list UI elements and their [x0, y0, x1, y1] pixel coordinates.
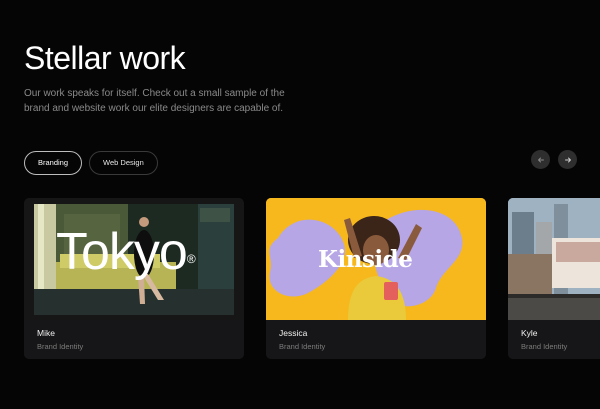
arrow-right-icon [564, 157, 571, 162]
card-meta: Kyle Brand Identity [508, 320, 600, 359]
work-card-kyle[interactable]: Kyle Brand Identity [508, 198, 600, 359]
card-project-type: Brand Identity [521, 342, 568, 351]
carousel-next-button[interactable] [558, 150, 577, 169]
page-subtitle: Our work speaks for itself. Check out a … [24, 88, 285, 114]
carousel-prev-button[interactable] [531, 150, 550, 169]
filter-tabs: Branding Web Design [24, 151, 158, 175]
card-designer-name: Mike [37, 328, 55, 338]
card-image-kinside: Kinside [266, 198, 486, 320]
filter-branding[interactable]: Branding [24, 151, 83, 175]
card-meta: Jessica Brand Identity [266, 320, 486, 359]
filter-web-design[interactable]: Web Design [89, 151, 158, 175]
tokyo-wordmark: Tokyo® [56, 223, 196, 281]
work-card-tokyo[interactable]: Tokyo® Mike Brand Identity [24, 198, 244, 359]
page-title: Stellar work [24, 40, 186, 76]
carousel-nav [531, 150, 577, 169]
card-meta: Mike Brand Identity [24, 320, 244, 359]
card-designer-name: Jessica [279, 328, 308, 338]
card-designer-name: Kyle [521, 328, 538, 338]
work-card-kinside[interactable]: Kinside Jessica Brand Identity [266, 198, 486, 359]
card-image-kyle [508, 198, 600, 320]
card-project-type: Brand Identity [279, 342, 326, 351]
card-project-type: Brand Identity [37, 342, 84, 351]
card-image-tokyo: Tokyo® [34, 204, 234, 315]
arrow-left-icon [537, 157, 544, 162]
kinside-wordmark: Kinside [318, 246, 413, 273]
